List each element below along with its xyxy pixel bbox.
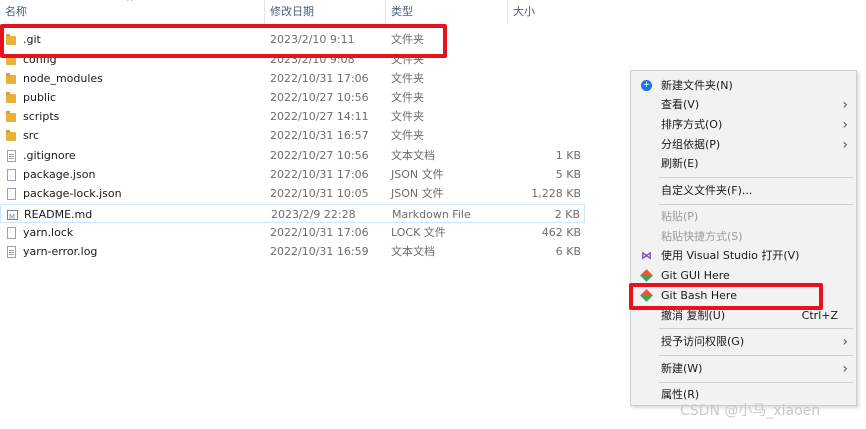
menu-item-paste[interactable]: 粘贴(P) [631,207,856,227]
file-size: 1 KB [555,149,581,162]
chevron-right-icon: › [842,117,848,133]
sort-ascending-icon: ^ [126,0,134,8]
context-menu: + 新建文件夹(N) 查看(V) › 排序方式(O) › 分组依据(P) › 刷… [630,70,857,406]
folder-icon [6,130,17,142]
file-date: 2022/10/27 10:56 [270,149,369,162]
file-icon [6,227,17,239]
file-row-scripts[interactable]: scripts 2022/10/27 14:11 文件夹 [0,107,585,126]
file-date: 2022/10/31 17:06 [270,168,369,181]
file-size: 2 KB [554,208,580,221]
file-size: 1,228 KB [531,187,581,200]
text-file-icon [6,150,17,162]
menu-separator [659,355,853,356]
watermark-text: CSDN @小马_xiaoen [680,403,821,419]
chevron-right-icon: › [842,137,848,153]
file-name: yarn-error.log [23,245,98,258]
menu-separator [659,204,853,205]
file-row-public[interactable]: public 2022/10/27 10:56 文件夹 [0,88,585,107]
file-type: JSON 文件 [391,187,444,200]
git-icon [640,269,653,282]
file-date: 2023/2/9 22:28 [271,208,356,221]
file-date: 2022/10/31 17:06 [270,72,369,85]
file-row-node-modules[interactable]: node_modules 2022/10/31 17:06 文件夹 [0,69,585,88]
visual-studio-icon: ⋈ [641,249,652,262]
file-type: 文本文档 [391,245,435,258]
file-type: 文件夹 [391,72,424,85]
file-size: 6 KB [555,245,581,258]
file-name: package-lock.json [23,187,122,200]
highlight-box-git-bash [629,283,823,310]
file-date: 2022/10/31 17:06 [270,226,369,239]
file-row-package-lock-json[interactable]: package-lock.json 2022/10/31 10:05 JSON … [0,184,585,203]
file-row-src[interactable]: src 2022/10/31 16:57 文件夹 [0,126,585,145]
file-date: 2022/10/31 10:05 [270,187,369,200]
file-row-package-json[interactable]: package.json 2022/10/31 17:06 JSON 文件 5 … [0,165,585,184]
file-size: 462 KB [541,226,581,239]
file-row-readme[interactable]: README.md 2023/2/9 22:28 Markdown File 2… [0,204,585,227]
menu-separator [659,328,853,329]
menu-item-customize-folder[interactable]: 自定义文件夹(F)... [631,181,856,201]
menu-separator [659,177,853,178]
menu-separator [659,382,853,383]
file-type: 文件夹 [391,91,424,104]
file-name: node_modules [23,72,103,85]
file-size: 5 KB [555,168,581,181]
menu-item-new-folder[interactable]: + 新建文件夹(N) [631,76,856,96]
chevron-right-icon: › [842,97,848,113]
new-folder-icon: + [641,80,652,91]
column-type-header[interactable]: 类型 [385,0,507,24]
file-date: 2022/10/31 16:59 [270,245,369,258]
menu-item-new[interactable]: 新建(W) › [631,359,856,379]
file-type: Markdown File [392,208,471,221]
text-file-icon [6,246,17,258]
file-icon [6,188,17,200]
file-type: 文件夹 [391,110,424,123]
menu-item-paste-shortcut[interactable]: 粘贴快捷方式(S) [631,227,856,247]
file-type: 文本文档 [391,149,435,162]
file-date: 2022/10/27 10:56 [270,91,369,104]
file-type: LOCK 文件 [391,226,446,239]
menu-item-grant-access[interactable]: 授予访问权限(G) › [631,332,856,352]
file-name: scripts [23,110,60,123]
chevron-right-icon: › [842,334,848,350]
menu-item-open-visual-studio[interactable]: ⋈ 使用 Visual Studio 打开(V) [631,246,856,266]
highlight-box-git-folder [0,24,447,58]
file-type: JSON 文件 [391,168,444,181]
chevron-right-icon: › [842,361,848,377]
file-name: yarn.lock [23,226,74,239]
folder-icon [6,111,17,123]
file-name: README.md [24,208,93,221]
file-name: src [23,129,40,142]
column-date-header[interactable]: 修改日期 [264,0,384,24]
folder-icon [6,73,17,85]
menu-item-group[interactable]: 分组依据(P) › [631,135,856,155]
column-size-header[interactable]: 大小 [507,0,587,24]
file-name: public [23,91,57,104]
file-row-yarn-error-log[interactable]: yarn-error.log 2022/10/31 16:59 文本文档 6 K… [0,242,585,261]
menu-item-refresh[interactable]: 刷新(E) [631,154,856,174]
file-name: package.json [23,168,96,181]
menu-item-view[interactable]: 查看(V) › [631,95,856,115]
file-date: 2022/10/31 16:57 [270,129,369,142]
file-row-yarn-lock[interactable]: yarn.lock 2022/10/31 17:06 LOCK 文件 462 K… [0,223,585,242]
menu-item-sort[interactable]: 排序方式(O) › [631,115,856,135]
file-date: 2022/10/27 14:11 [270,110,369,123]
file-row-gitignore[interactable]: .gitignore 2022/10/27 10:56 文本文档 1 KB [0,146,585,165]
markdown-file-icon [7,208,18,227]
folder-icon [6,92,17,104]
column-header: 名称 ^ 修改日期 类型 大小 [0,0,590,24]
file-icon [6,169,17,181]
file-type: 文件夹 [391,129,424,142]
file-name: .gitignore [23,149,76,162]
